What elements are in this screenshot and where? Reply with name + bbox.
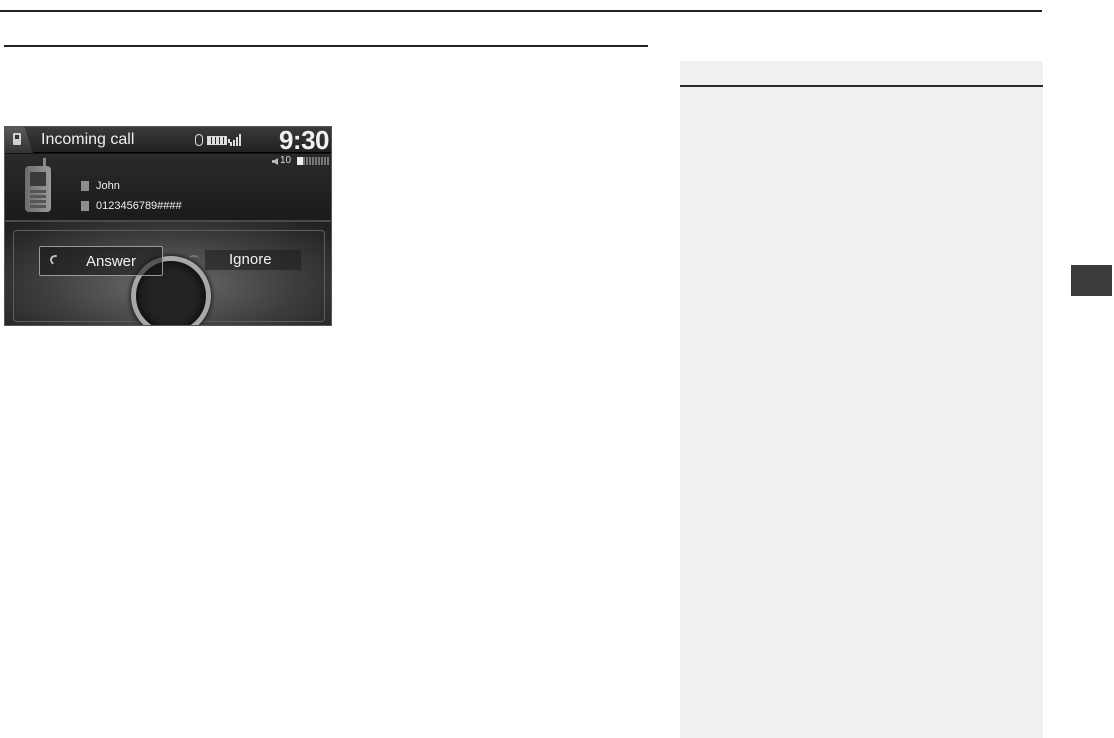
answer-button[interactable]: Answer bbox=[39, 246, 163, 276]
signal-icon bbox=[230, 134, 242, 146]
side-panel-divider bbox=[680, 85, 1043, 87]
phone-tab[interactable] bbox=[5, 127, 33, 153]
section-divider bbox=[4, 45, 648, 47]
screen-title: Incoming call bbox=[41, 131, 135, 148]
volume-icon bbox=[272, 158, 278, 165]
title-bar: Incoming call 9:30 bbox=[5, 126, 331, 155]
caller-info: 10 John 0123456789#### bbox=[5, 154, 331, 220]
phone-icon bbox=[13, 133, 21, 145]
handset-icon bbox=[25, 158, 51, 212]
clock: 9:30 bbox=[278, 126, 330, 155]
answer-call-icon bbox=[48, 253, 62, 267]
chapter-tab[interactable] bbox=[1071, 265, 1112, 296]
hang-up-icon bbox=[189, 255, 199, 261]
ignore-button[interactable]: Ignore bbox=[205, 250, 301, 270]
incoming-call-screen: Incoming call 9:30 10 John 0123456789###… bbox=[4, 126, 332, 326]
contact-name: John bbox=[96, 180, 120, 192]
contact-name-icon bbox=[81, 181, 89, 191]
bluetooth-icon bbox=[195, 134, 203, 146]
phone-number-icon bbox=[81, 201, 89, 211]
call-controls: Answer Ignore bbox=[5, 220, 331, 325]
battery-icon bbox=[207, 136, 230, 145]
header-rule bbox=[0, 0, 1042, 12]
volume-value: 10 bbox=[280, 155, 292, 166]
volume-meter bbox=[297, 157, 330, 165]
ignore-label: Ignore bbox=[229, 251, 272, 268]
answer-label: Answer bbox=[86, 253, 137, 270]
info-side-panel bbox=[680, 61, 1043, 738]
contact-number: 0123456789#### bbox=[96, 200, 182, 212]
